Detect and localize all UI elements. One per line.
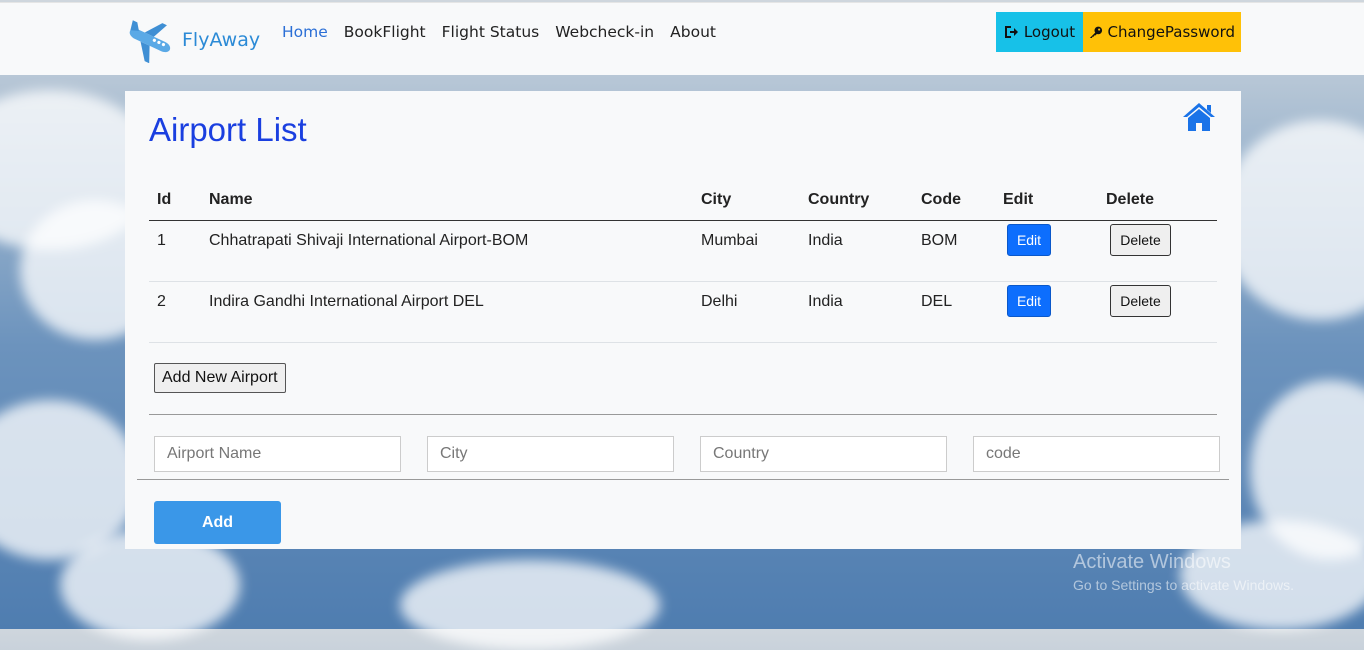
table-row: 1 Chhatrapati Shivaji International Airp… [149, 220, 1217, 282]
table-header-row: Id Name City Country Code Edit Delete [149, 179, 1217, 221]
key-icon [1089, 26, 1103, 38]
cell-delete: Delete [1098, 220, 1217, 282]
column-header-edit: Edit [995, 179, 1098, 221]
cell-city: Mumbai [693, 220, 800, 282]
watermark-subtitle: Go to Settings to activate Windows. [1073, 577, 1294, 593]
watermark-title: Activate Windows [1073, 551, 1231, 573]
cell-country: India [800, 281, 913, 343]
change-password-button[interactable]: ChangePassword [1083, 12, 1241, 52]
edit-button[interactable]: Edit [1007, 224, 1051, 256]
cell-edit: Edit [995, 220, 1098, 282]
nav-about[interactable]: About [670, 23, 716, 41]
logout-label: Logout [1023, 23, 1076, 41]
nav-webcheck-in[interactable]: Webcheck-in [555, 23, 654, 41]
logout-button[interactable]: Logout [996, 12, 1083, 52]
activate-windows-watermark: Activate Windows Go to Settings to activ… [1073, 551, 1294, 593]
airport-table: Id Name City Country Code Edit Delete 1 … [149, 179, 1217, 343]
brand-name: FlyAway [182, 29, 261, 51]
city-input[interactable] [427, 436, 674, 472]
cell-name: Chhatrapati Shivaji International Airpor… [201, 220, 693, 282]
airport-name-input[interactable] [154, 436, 401, 472]
nav-bookflight[interactable]: BookFlight [344, 23, 426, 41]
main-nav: Home BookFlight Flight Status Webcheck-i… [282, 23, 716, 41]
cell-delete: Delete [1098, 281, 1217, 343]
column-header-id: Id [149, 179, 201, 221]
table-row: 2 Indira Gandhi International Airport DE… [149, 281, 1217, 343]
delete-button[interactable]: Delete [1110, 224, 1171, 256]
home-icon[interactable] [1181, 101, 1217, 133]
cell-city: Delhi [693, 281, 800, 343]
cell-country: India [800, 220, 913, 282]
divider [137, 479, 1229, 480]
add-button[interactable]: Add [154, 501, 281, 544]
code-input[interactable] [973, 436, 1220, 472]
edit-button[interactable]: Edit [1007, 285, 1051, 317]
column-header-city: City [693, 179, 800, 221]
nav-home[interactable]: Home [282, 23, 328, 41]
airplane-icon [129, 20, 171, 63]
column-header-delete: Delete [1098, 179, 1217, 221]
country-input[interactable] [700, 436, 947, 472]
cell-name: Indira Gandhi International Airport DEL [201, 281, 693, 343]
cell-code: DEL [913, 281, 995, 343]
cell-code: BOM [913, 220, 995, 282]
nav-flight-status[interactable]: Flight Status [442, 23, 540, 41]
change-password-label: ChangePassword [1107, 23, 1236, 41]
column-header-code: Code [913, 179, 995, 221]
cell-id: 2 [149, 281, 201, 343]
column-header-country: Country [800, 179, 913, 221]
cell-edit: Edit [995, 281, 1098, 343]
delete-button[interactable]: Delete [1110, 285, 1171, 317]
sign-out-icon [1004, 26, 1018, 38]
add-new-airport-button[interactable]: Add New Airport [154, 363, 286, 393]
divider [149, 414, 1217, 415]
cell-id: 1 [149, 220, 201, 282]
brand[interactable]: FlyAway [124, 17, 260, 63]
airport-list-card: Airport List Id Name City Country Code E… [125, 91, 1241, 549]
column-header-name: Name [201, 179, 693, 221]
page-title: Airport List [149, 111, 307, 148]
navbar: FlyAway Home BookFlight Flight Status We… [0, 2, 1364, 75]
